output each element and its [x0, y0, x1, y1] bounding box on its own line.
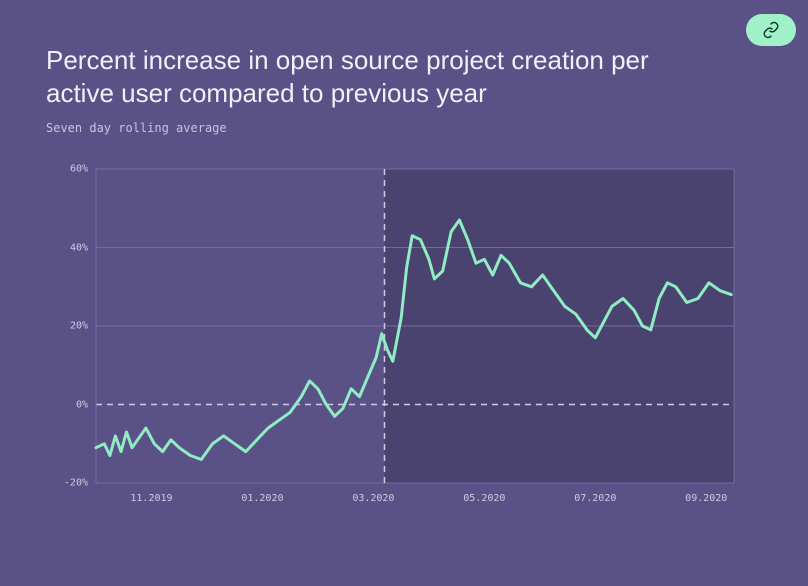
page-root: Percent increase in open source project …	[0, 0, 808, 586]
x-axis-tick: 05.2020	[463, 493, 505, 504]
line-chart: 60%40%20%0%-20%11.201901.202003.202005.2…	[96, 169, 734, 483]
y-axis-tick: 60%	[70, 164, 88, 175]
share-link-button[interactable]	[746, 14, 796, 46]
chart-container: COVID-19 lockdown 60%40%20%0%-20%11.2019…	[46, 169, 762, 483]
x-axis-tick: 09.2020	[685, 493, 727, 504]
x-axis-tick: 07.2020	[574, 493, 616, 504]
x-axis-tick: 11.2019	[130, 493, 172, 504]
link-icon	[762, 21, 780, 39]
y-axis-tick: 40%	[70, 242, 88, 253]
chart-subtitle: Seven day rolling average	[46, 121, 762, 135]
y-axis-tick: 20%	[70, 321, 88, 332]
chart-title: Percent increase in open source project …	[46, 44, 706, 109]
x-axis-tick: 03.2020	[352, 493, 394, 504]
y-axis-tick: -20%	[64, 478, 88, 489]
x-axis-tick: 01.2020	[241, 493, 283, 504]
y-axis-tick: 0%	[76, 399, 88, 410]
